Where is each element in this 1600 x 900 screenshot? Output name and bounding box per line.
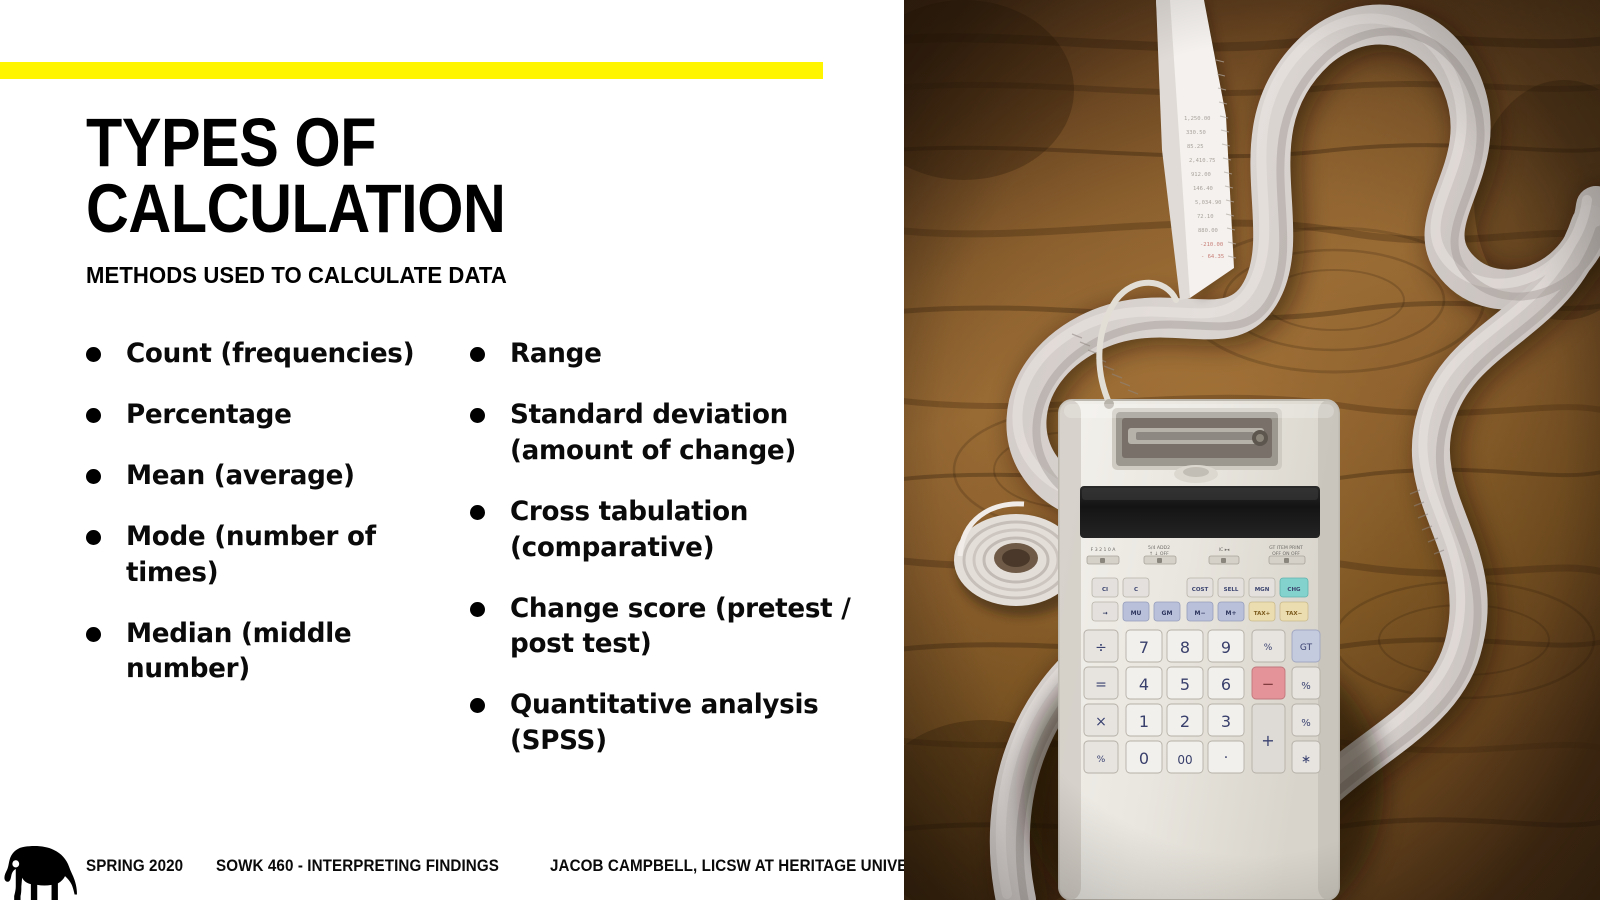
list-item: Count (frequencies) xyxy=(86,336,470,372)
list-item-label: Quantitative analysis (SPSS) xyxy=(510,689,819,757)
footer-course: SOWK 460 - INTERPRETING FINDINGS xyxy=(215,857,499,875)
bullet-dot-icon xyxy=(86,626,101,642)
list-item-label: Standard deviation (amount of change) xyxy=(510,398,797,466)
slide-footer: SPRING 2020 SOWK 460 - INTERPRETING FIND… xyxy=(0,836,904,900)
accent-bar xyxy=(0,62,823,79)
list-item: Percentage xyxy=(86,397,470,433)
bullet-dot-icon xyxy=(86,407,101,423)
content-panel: TYPES OF CALCULATION METHODS USED TO CAL… xyxy=(0,0,904,900)
bullet-column-left: Count (frequencies) Percentage Mean (ave… xyxy=(86,336,470,846)
page-subtitle: METHODS USED TO CALCULATE DATA xyxy=(86,262,507,289)
elephant-logo-icon xyxy=(4,846,77,900)
list-item-label: Mode (number of times) xyxy=(126,520,376,588)
list-item-label: Mean (average) xyxy=(126,459,355,491)
list-item-label: Cross tabulation (comparative) xyxy=(510,495,749,563)
list-item: Quantitative analysis (SPSS) xyxy=(470,687,886,759)
bullet-columns: Count (frequencies) Percentage Mean (ave… xyxy=(86,336,886,846)
list-item: Change score (pretest / post test) xyxy=(470,591,886,663)
bullet-dot-icon xyxy=(86,529,101,545)
bullet-dot-icon xyxy=(86,347,101,362)
bullet-dot-icon xyxy=(86,468,101,484)
bullet-dot-icon xyxy=(470,504,485,520)
bullet-column-right: Range Standard deviation (amount of chan… xyxy=(470,336,886,846)
list-item: Range xyxy=(470,336,886,372)
list-item-label: Change score (pretest / post test) xyxy=(510,592,851,660)
calculator-photo: 1,250.00 330.50 85.25 2,410.75 912.00 14… xyxy=(904,0,1600,900)
list-item: Standard deviation (amount of change) xyxy=(470,397,886,469)
page-title: TYPES OF CALCULATION xyxy=(86,104,506,248)
list-item-label: Median (middle number) xyxy=(126,617,352,685)
list-item: Cross tabulation (comparative) xyxy=(470,494,886,566)
footer-term: SPRING 2020 xyxy=(86,857,184,875)
list-item: Mode (number of times) xyxy=(86,519,470,591)
footer-text-row: SPRING 2020 SOWK 460 - INTERPRETING FIND… xyxy=(86,857,904,876)
list-item-label: Range xyxy=(510,338,602,369)
title-block: TYPES OF CALCULATION METHODS USED TO CAL… xyxy=(86,104,876,289)
bullet-dot-icon xyxy=(470,407,485,423)
bullet-dot-icon xyxy=(470,698,485,714)
list-item: Median (middle number) xyxy=(86,616,470,688)
bullet-dot-icon xyxy=(470,601,485,617)
footer-instructor: JACOB CAMPBELL, LICSW AT HERITAGE UNIVER… xyxy=(550,857,904,875)
bullet-dot-icon xyxy=(470,347,485,362)
list-item: Mean (average) xyxy=(86,458,470,494)
photo-panel: 1,250.00 330.50 85.25 2,410.75 912.00 14… xyxy=(904,0,1600,900)
list-item-label: Count (frequencies) xyxy=(126,338,415,369)
slide-root: TYPES OF CALCULATION METHODS USED TO CAL… xyxy=(0,0,1600,900)
list-item-label: Percentage xyxy=(126,398,292,430)
